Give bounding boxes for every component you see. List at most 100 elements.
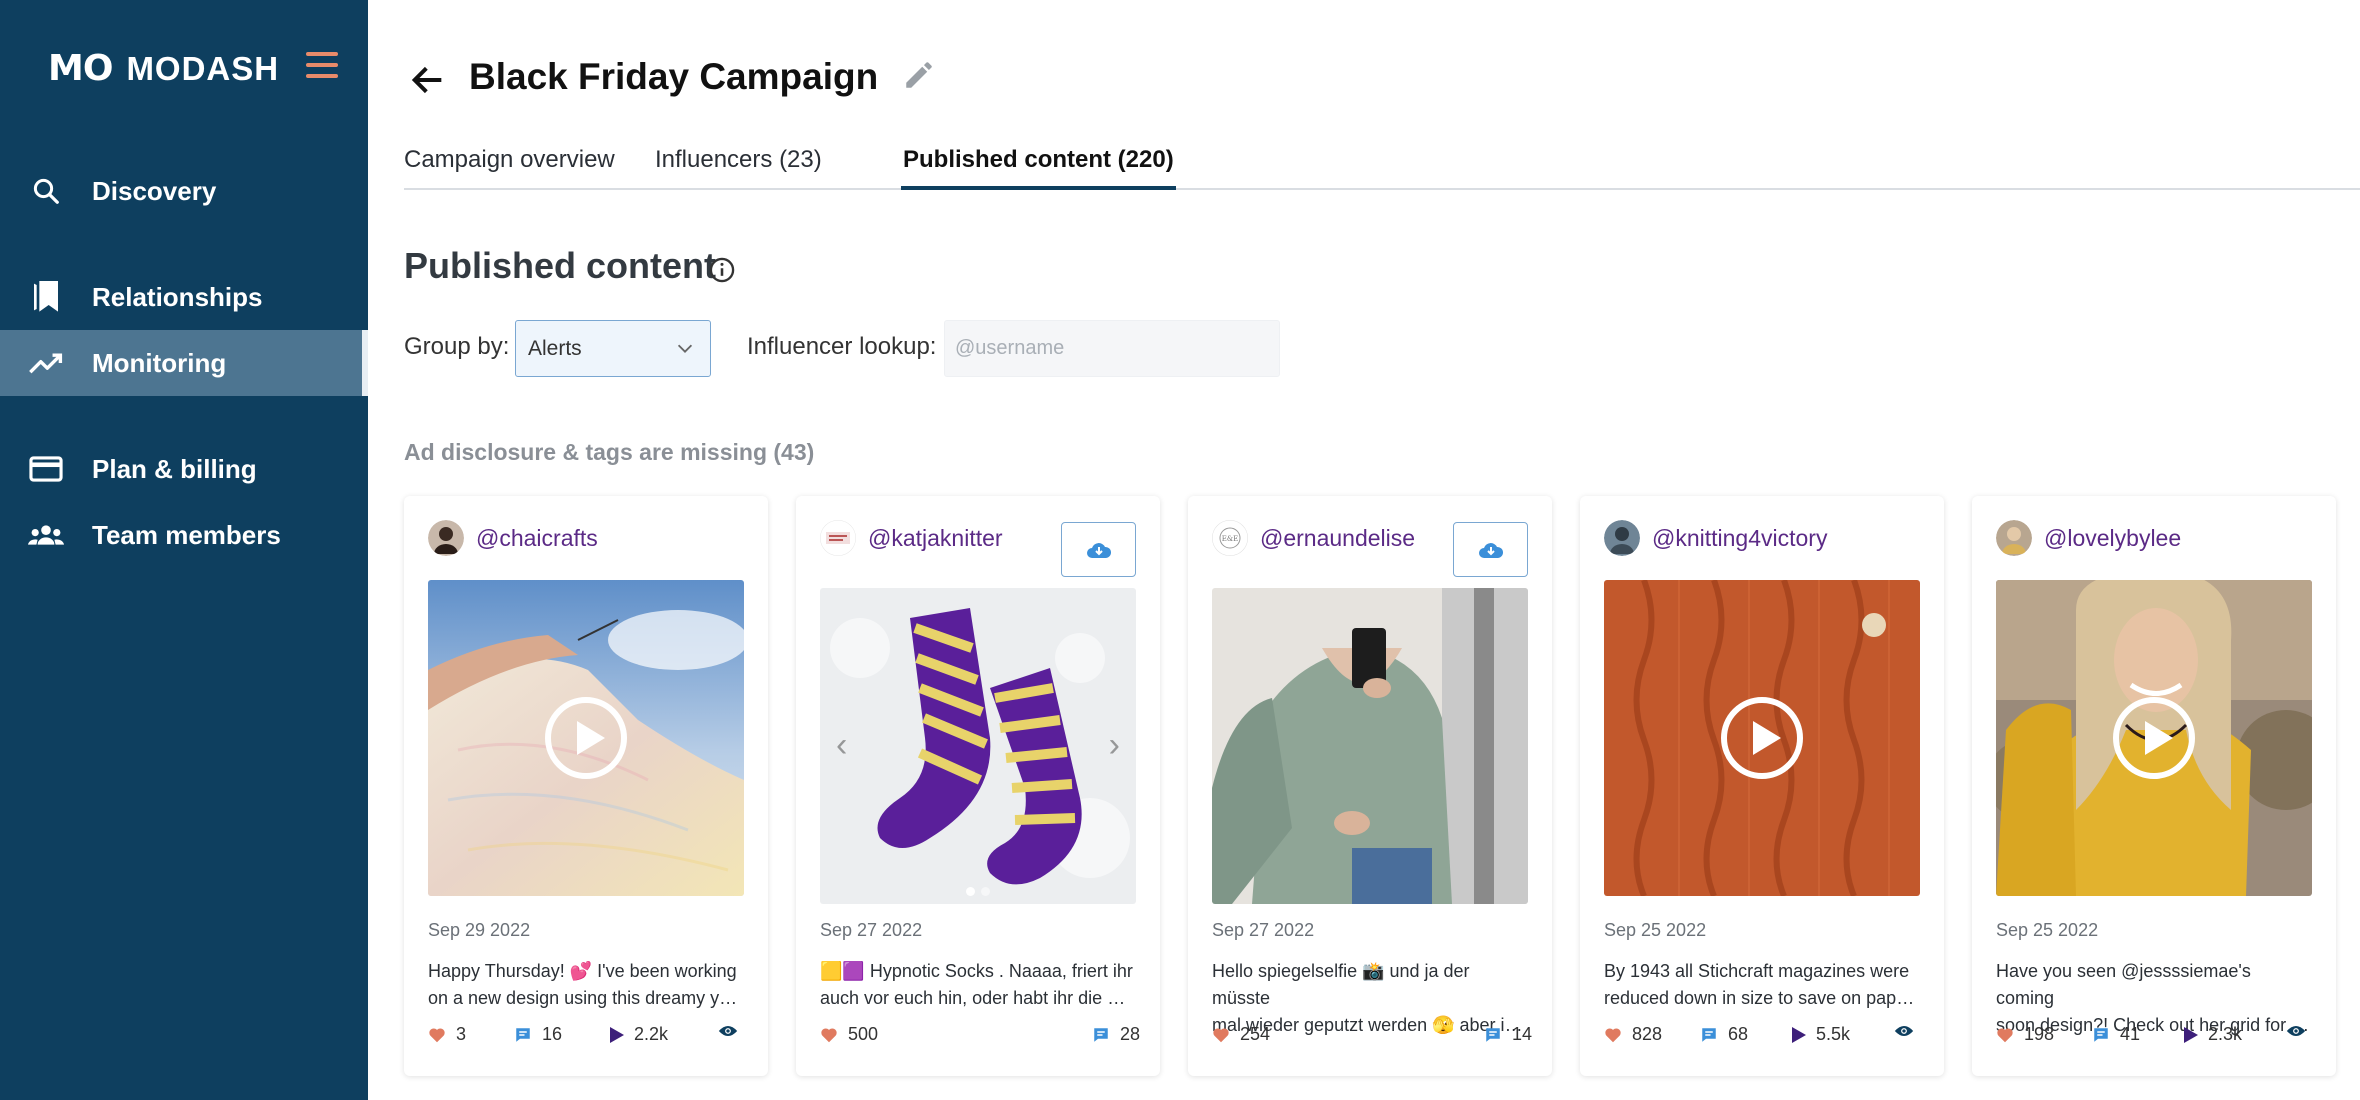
socks-photo-image [820,588,1136,904]
comment-icon [1094,1027,1108,1042]
carousel-next-icon[interactable]: › [1109,726,1120,765]
group-by-value: Alerts [528,336,582,360]
info-icon[interactable] [708,256,736,284]
content-card[interactable]: @lovelybylee Sep 25 2022 Have you seen @… [1972,496,2336,1076]
play-icon[interactable] [543,695,629,781]
likes-count: 828 [1632,1024,1663,1044]
edit-pencil-icon[interactable] [902,58,938,94]
comments-stat: 16 [514,1024,562,1045]
comment-icon [1702,1027,1716,1042]
tab-influencers[interactable]: Influencers (23) [655,146,822,190]
tab-published-content[interactable]: Published content (220) [901,146,1176,190]
influencer-lookup-input[interactable] [944,320,1280,377]
sidebar-item-label: Plan & billing [92,453,257,484]
heart-icon [1213,1027,1229,1042]
post-thumbnail[interactable] [1996,580,2312,896]
comments-stat: 68 [1700,1024,1748,1045]
likes-stat: 254 [1212,1024,1270,1045]
download-button[interactable] [1453,522,1528,577]
plays-stat: 5.5k [1792,1024,1850,1045]
sidebar-item-plan-billing[interactable]: Plan & billing [0,436,368,502]
content-card[interactable]: @katjaknitter ‹ › Sep 27 2022 🟨🟪 Hypnoti… [796,496,1160,1076]
search-icon [28,173,64,209]
back-arrow-icon[interactable] [408,60,448,100]
sidebar-item-team-members[interactable]: Team members [0,502,368,568]
comments-count: 68 [1728,1024,1749,1044]
post-caption: 🟨🟪 Hypnotic Socks . Naaaa, friert ihr au… [820,958,1136,1012]
sidebar-item-discovery[interactable]: Discovery [0,158,368,224]
likes-stat: 500 [820,1024,878,1045]
post-stats: 254 14 [1212,1024,1532,1048]
post-stats: 198 41 2.3k [1996,1024,2312,1048]
avatar [428,520,464,556]
bookmark-icon [28,279,64,315]
post-stats: 3 16 2.2k [428,1024,744,1048]
play-icon[interactable] [2111,695,2197,781]
card-header: @lovelybylee [1996,520,2181,556]
content-card[interactable]: @chaicrafts Sep 29 2022 Happy Thursday! … [404,496,768,1076]
download-button[interactable] [1061,522,1136,577]
caption-line: Have you seen @jessssiemae's coming [1996,961,2251,1008]
heart-icon [429,1027,445,1042]
sidebar-item-relationships[interactable]: Relationships [0,264,368,330]
likes-count: 3 [456,1024,467,1044]
post-date: Sep 27 2022 [820,920,923,940]
caption-line: Hello spiegelselfie 📸 und ja der müsste [1212,961,1470,1008]
comments-count: 16 [542,1024,563,1044]
tab-bar: Campaign overview Influencers (23) Publi… [404,140,2360,190]
eye-icon [1894,1026,1914,1036]
sidebar-item-label: Monitoring [92,347,227,378]
tab-campaign-overview[interactable]: Campaign overview [404,146,615,190]
likes-stat: 3 [428,1024,466,1045]
post-date: Sep 25 2022 [1604,920,1707,940]
sidebar-item-label: Discovery [92,175,217,206]
post-stats: 828 68 5.5k [1604,1024,1920,1048]
post-date: Sep 25 2022 [1996,920,2099,940]
post-thumbnail[interactable]: ‹ › [820,588,1136,904]
likes-count: 500 [848,1024,879,1044]
influencer-handle[interactable]: @chaicrafts [476,525,598,552]
card-header: @katjaknitter [820,520,1003,556]
plays-stat: 2.2k [610,1024,668,1045]
sweater-selfie-image [1212,588,1528,904]
likes-count: 254 [1240,1024,1271,1044]
influencer-handle[interactable]: @lovelybylee [2044,525,2181,552]
avatar [1604,520,1640,556]
comments-stat: 41 [2092,1024,2140,1045]
play-icon[interactable] [1719,695,1805,781]
heart-icon [821,1027,837,1042]
post-thumbnail[interactable] [1604,580,1920,896]
carousel-prev-icon[interactable]: ‹ [836,726,847,765]
comments-stat: 14 [1484,1024,1532,1045]
content-card[interactable]: @knitting4victory Sep 25 2022 By 1943 al… [1580,496,1944,1076]
section-title: Published content [404,245,717,286]
influencer-handle[interactable]: @knitting4victory [1652,525,1827,552]
sidebar-item-monitoring[interactable]: Monitoring [0,330,368,396]
content-card[interactable]: E&E @ernaundelise Sep 27 2022 Hello spie… [1188,496,1552,1076]
post-caption: By 1943 all Stichcraft magazines were re… [1604,958,1920,1012]
svg-text:E&E: E&E [1222,535,1238,543]
comment-icon [516,1027,530,1042]
post-thumbnail[interactable] [428,580,744,896]
influencer-handle[interactable]: @ernaundelise [1260,525,1415,552]
play-count-icon [2184,1026,2198,1043]
brand-name: MODASH [126,49,280,87]
comment-icon [2094,1027,2108,1042]
post-thumbnail[interactable] [1212,588,1528,904]
caption-line: reduced down in size to save on paper an… [1604,988,1920,1008]
comments-count: 14 [1512,1024,1533,1044]
views-stat [718,1024,738,1038]
eye-icon [718,1026,738,1036]
influencer-handle[interactable]: @katjaknitter [868,525,1003,552]
group-by-select[interactable]: Alerts [515,320,711,377]
play-count-icon [1792,1026,1806,1043]
plays-count: 5.5k [1816,1024,1851,1044]
menu-toggle-icon[interactable] [306,52,338,78]
likes-stat: 828 [1604,1024,1662,1045]
avatar: E&E [1212,520,1248,556]
logo[interactable]: MO MODASH [48,48,279,89]
credit-card-icon [28,451,64,487]
influencer-lookup-label: Influencer lookup: [747,333,937,360]
card-header: @chaicrafts [428,520,598,556]
card-header: @knitting4victory [1604,520,1827,556]
